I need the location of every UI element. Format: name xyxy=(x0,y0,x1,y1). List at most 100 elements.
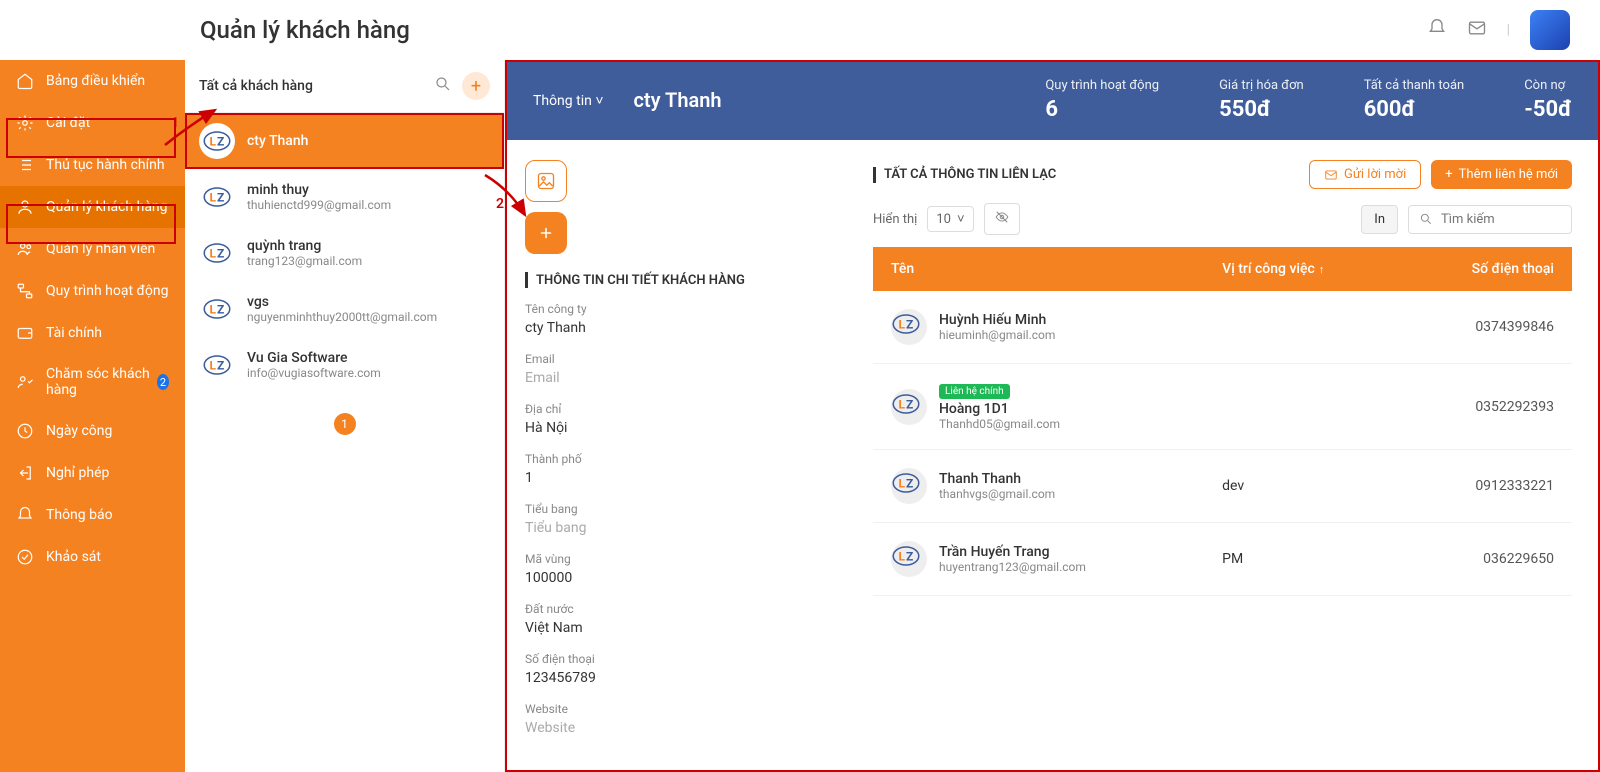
field-value: Việt Nam xyxy=(525,620,825,636)
sidebar-item-7[interactable]: Chăm sóc khách hàng2 xyxy=(0,354,185,410)
care-icon xyxy=(16,373,34,391)
svg-text:Z: Z xyxy=(217,303,224,317)
image-upload-icon[interactable] xyxy=(525,160,567,202)
sidebar-item-5[interactable]: Quy trình hoạt động xyxy=(0,270,185,312)
info-dropdown[interactable]: Thông tin ˅ xyxy=(533,92,604,109)
sidebar-item-8[interactable]: Ngày công xyxy=(0,410,185,452)
contact-avatar: LZ xyxy=(891,389,927,425)
field-label: Địa chỉ xyxy=(525,402,825,416)
detail-field[interactable]: EmailEmail xyxy=(525,352,825,386)
nav-label: Khảo sát xyxy=(46,549,101,565)
col-name[interactable]: Tên xyxy=(873,247,1204,291)
field-label: Tiểu bang xyxy=(525,502,825,516)
survey-icon xyxy=(16,548,34,566)
sidebar-item-2[interactable]: Thủ tục hành chính xyxy=(0,144,185,186)
nav-label: Quản lý nhân viên xyxy=(46,241,155,257)
detail-field[interactable]: Tên công tycty Thanh xyxy=(525,302,825,336)
svg-text:Z: Z xyxy=(217,191,224,205)
contacts-search[interactable] xyxy=(1408,205,1572,234)
table-row[interactable]: LZLiên hệ chínhHoàng 1D1Thanhd05@gmail.c… xyxy=(873,364,1572,450)
customer-filter[interactable]: Tất cả khách hàng xyxy=(199,78,424,94)
detail-field[interactable]: Số điện thoại123456789 xyxy=(525,652,825,686)
field-value: 1 xyxy=(525,470,825,486)
sidebar-item-1[interactable]: Cài đặt1 xyxy=(0,102,185,144)
nav-label: Quy trình hoạt động xyxy=(46,283,168,299)
detail-field[interactable]: Tiểu bangTiểu bang xyxy=(525,502,825,536)
print-button[interactable]: In xyxy=(1361,205,1398,234)
nav-label: Quản lý khách hàng xyxy=(46,199,168,215)
bell-icon xyxy=(16,506,34,524)
customer-item[interactable]: LZquỳnh trangtrang123@gmail.com xyxy=(185,225,504,281)
customer-name: cty Thanh xyxy=(247,133,308,149)
field-value: Website xyxy=(525,720,825,736)
customer-item[interactable]: LZVu Gia Softwareinfo@vugiasoftware.com xyxy=(185,337,504,393)
svg-text:Z: Z xyxy=(906,477,913,491)
customer-item[interactable]: LZvgsnguyenminhthuy2000tt@gmail.com xyxy=(185,281,504,337)
table-row[interactable]: LZThanh Thanhthanhvgs@gmail.comdev091233… xyxy=(873,450,1572,523)
customer-name: quỳnh trang xyxy=(247,238,362,254)
svg-text:L: L xyxy=(210,191,217,205)
page-size-select[interactable]: 10 ˅ xyxy=(927,206,973,232)
svg-text:L: L xyxy=(899,550,906,564)
field-label: Email xyxy=(525,352,825,366)
contacts-search-input[interactable] xyxy=(1441,212,1561,227)
detail-field[interactable]: Đất nướcViệt Nam xyxy=(525,602,825,636)
sidebar-item-10[interactable]: Thông báo xyxy=(0,494,185,536)
add-image-button[interactable] xyxy=(525,212,567,254)
stat-block: Quy trình hoạt động6 xyxy=(1045,78,1159,122)
stat-value: 550đ xyxy=(1219,97,1304,122)
detail-field[interactable]: Địa chỉ Hà Nội xyxy=(525,402,825,436)
customer-avatar: LZ xyxy=(199,123,235,159)
add-customer-button[interactable]: + xyxy=(462,72,490,100)
sort-asc-icon: ↑ xyxy=(1319,263,1325,276)
nav-label: Thủ tục hành chính xyxy=(46,157,165,173)
send-invite-button[interactable]: Gửi lời mời xyxy=(1309,160,1421,189)
detail-field[interactable]: Thành phố 1 xyxy=(525,452,825,486)
search-icon[interactable] xyxy=(434,75,452,97)
customer-avatar: LZ xyxy=(199,291,235,327)
detail-panel: Thông tin ˅ cty Thanh Quy trình hoạt độn… xyxy=(505,60,1600,772)
stat-block: Giá trị hóa đơn 550đ xyxy=(1219,78,1304,122)
mail-icon[interactable] xyxy=(1467,18,1487,42)
field-label: Thành phố xyxy=(525,452,825,466)
customer-item[interactable]: LZ cty Thanh xyxy=(185,113,504,169)
customer-email: info@vugiasoftware.com xyxy=(247,366,381,380)
customer-email: trang123@gmail.com xyxy=(247,254,362,268)
contact-name: Trần Huyến Trang xyxy=(939,544,1050,560)
sidebar-item-3[interactable]: Quản lý khách hàng xyxy=(0,186,185,228)
customer-list-panel: Tất cả khách hàng + LZcty ThanhLZminh th… xyxy=(185,60,505,772)
col-phone[interactable]: Số điện thoại xyxy=(1402,247,1572,291)
add-contact-button[interactable]: +Thêm liên hệ mới xyxy=(1431,160,1572,189)
table-row[interactable]: LZHuỳnh Hiếu Minhhieuminh@gmail.com03743… xyxy=(873,291,1572,364)
sidebar-item-4[interactable]: Quản lý nhân viên xyxy=(0,228,185,270)
user-avatar[interactable] xyxy=(1530,10,1570,50)
field-value: 100000 xyxy=(525,570,825,586)
customer-avatar: LZ xyxy=(199,179,235,215)
contact-job: dev xyxy=(1204,450,1402,523)
list-page-badge: 1 xyxy=(334,413,356,435)
field-value: Hà Nội xyxy=(525,420,825,436)
contacts-title: TẤT CẢ THÔNG TIN LIÊN LẠC xyxy=(873,167,1056,183)
bell-icon[interactable] xyxy=(1427,18,1447,42)
contact-avatar: LZ xyxy=(891,541,927,577)
stat-label: Giá trị hóa đơn xyxy=(1219,78,1304,93)
contact-email: hieuminh@gmail.com xyxy=(939,328,1055,342)
visibility-toggle[interactable] xyxy=(984,203,1020,235)
sidebar-item-11[interactable]: Khảo sát xyxy=(0,536,185,578)
sidebar-item-6[interactable]: Tài chính xyxy=(0,312,185,354)
customer-item[interactable]: LZminh thuythuhienctd999@gmail.com xyxy=(185,169,504,225)
col-job[interactable]: Vị trí công việc↑ xyxy=(1204,247,1402,291)
svg-text:Z: Z xyxy=(217,359,224,373)
customer-name: minh thuy xyxy=(247,182,391,198)
stat-value: 6 xyxy=(1045,97,1159,122)
table-row[interactable]: LZTrần Huyến Tranghuyentrang123@gmail.co… xyxy=(873,523,1572,596)
svg-text:L: L xyxy=(210,247,217,261)
nav-label: Bảng điều khiển xyxy=(46,73,145,89)
nav-label: Cài đặt xyxy=(46,115,90,131)
nav-label: Nghỉ phép xyxy=(46,465,109,481)
field-label: Mã vùng xyxy=(525,552,825,566)
sidebar-item-0[interactable]: Bảng điều khiển xyxy=(0,60,185,102)
sidebar-item-9[interactable]: Nghỉ phép xyxy=(0,452,185,494)
contact-job xyxy=(1204,364,1402,450)
detail-field[interactable]: Mã vùng 100000 xyxy=(525,552,825,586)
